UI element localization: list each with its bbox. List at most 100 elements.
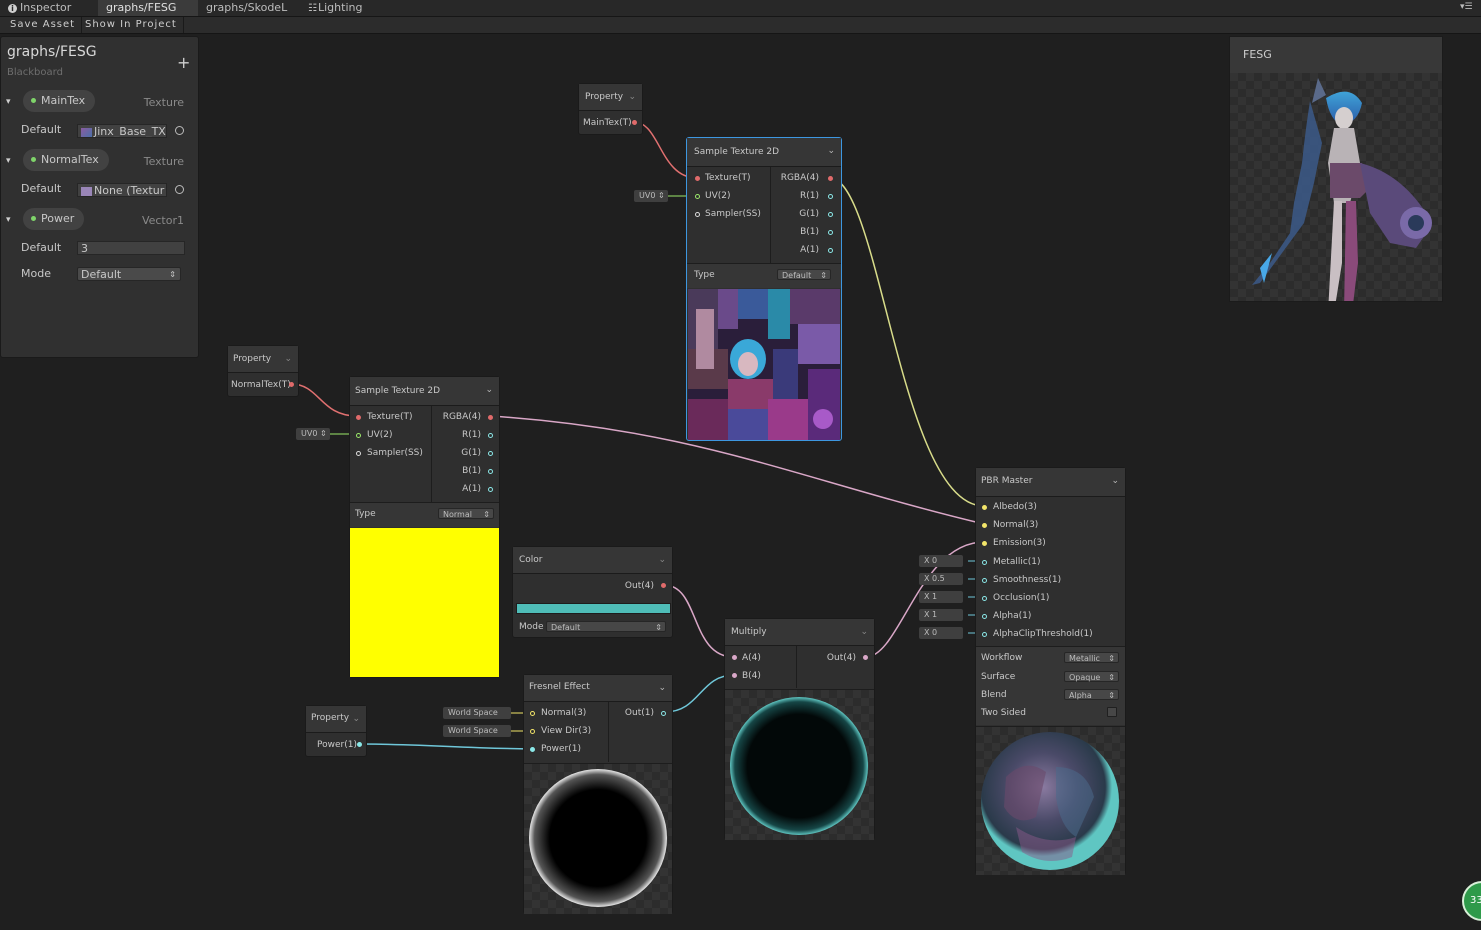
port-label: Smoothness(1): [993, 575, 1062, 585]
setting-value: Alpha: [1069, 691, 1092, 700]
output-port[interactable]: [863, 655, 868, 660]
output-port[interactable]: [828, 230, 833, 235]
input-port[interactable]: [695, 212, 700, 217]
chevron-down-icon[interactable]: ⌄: [658, 555, 666, 565]
property-node-maintex[interactable]: Property ⌄ MainTex(T): [578, 83, 643, 135]
color-node[interactable]: Color ⌄ Out(4) Mode Default ⇕: [512, 546, 673, 638]
property-node-normaltex[interactable]: Property ⌄ NormalTex(T): [227, 345, 299, 397]
output-port[interactable]: [488, 451, 493, 456]
output-port[interactable]: [357, 742, 362, 747]
chevron-down-icon[interactable]: ⌄: [284, 354, 292, 364]
mode-value: Default: [551, 623, 581, 632]
uv-value: UV0: [301, 429, 318, 438]
property-node-power[interactable]: Property ⌄ Power(1): [305, 705, 367, 757]
input-port[interactable]: [732, 673, 737, 678]
output-port[interactable]: [488, 469, 493, 474]
input-port[interactable]: [982, 632, 987, 637]
input-port[interactable]: [695, 194, 700, 199]
input-port[interactable]: [356, 415, 361, 420]
type-dropdown[interactable]: Normal ⇕: [438, 508, 494, 519]
output-port[interactable]: [828, 212, 833, 217]
chevron-down-icon[interactable]: ⌄: [827, 146, 835, 156]
alpha-const-input[interactable]: X 1: [919, 609, 963, 621]
smoothness-const-input[interactable]: X 0.5: [919, 573, 963, 585]
setting-label: Workflow: [981, 653, 1023, 663]
input-port[interactable]: [530, 711, 535, 716]
input-port[interactable]: [982, 523, 987, 528]
color-mode-dropdown[interactable]: Default ⇕: [546, 621, 666, 632]
color-swatch[interactable]: [516, 603, 671, 614]
mode-label: Mode: [519, 622, 544, 632]
type-value: Normal: [443, 510, 472, 519]
input-port[interactable]: [695, 176, 700, 181]
port-label: RGBA(4): [442, 412, 481, 422]
input-port[interactable]: [732, 655, 737, 660]
output-port[interactable]: [828, 194, 833, 199]
multiply-node[interactable]: Multiply ⌄ A(4) B(4) Out(4): [724, 618, 875, 840]
viewdir-space-input[interactable]: World Space: [443, 725, 511, 737]
chevron-down-icon[interactable]: ⌄: [860, 627, 868, 637]
normal-space-input[interactable]: World Space: [443, 707, 511, 719]
output-port[interactable]: [488, 487, 493, 492]
uv-inline-input[interactable]: UV0 ⇕: [634, 190, 668, 202]
input-port[interactable]: [356, 451, 361, 456]
output-port[interactable]: [488, 415, 493, 420]
port-label: Alpha(1): [993, 611, 1032, 621]
uv-inline-input[interactable]: UV0 ⇕: [296, 428, 330, 440]
input-port[interactable]: [356, 433, 361, 438]
port-label: R(1): [461, 430, 481, 440]
port-label: A(1): [800, 245, 819, 255]
input-port[interactable]: [982, 505, 987, 510]
chevron-down-icon[interactable]: ⌄: [352, 714, 360, 724]
setting-label: Blend: [981, 690, 1007, 700]
node-title: PBR Master: [981, 476, 1033, 486]
input-port[interactable]: [982, 596, 987, 601]
pbr-master-node[interactable]: PBR Master ⌄ Albedo(3) Normal(3) Emissio…: [975, 467, 1126, 875]
output-port[interactable]: [828, 248, 833, 253]
metallic-const-input[interactable]: X 0: [919, 555, 963, 567]
input-port[interactable]: [982, 614, 987, 619]
alphaclip-const-input[interactable]: X 0: [919, 627, 963, 639]
blend-dropdown[interactable]: Alpha ⇕: [1064, 689, 1119, 700]
chevron-down-icon[interactable]: ⌄: [485, 385, 493, 395]
chevron-down-icon[interactable]: ⌄: [628, 92, 636, 102]
fresnel-effect-node[interactable]: Fresnel Effect ⌄ Normal(3) View Dir(3) P…: [523, 674, 673, 914]
setting-label: Surface: [981, 672, 1016, 682]
port-label: Texture(T): [705, 173, 751, 183]
input-port[interactable]: [530, 729, 535, 734]
sample-texture-node-normal[interactable]: Sample Texture 2D ⌄ Texture(T) UV(2) Sam…: [349, 376, 500, 678]
port-label: UV(2): [367, 430, 393, 440]
output-port[interactable]: [289, 382, 294, 387]
input-port[interactable]: [982, 560, 987, 565]
workflow-dropdown[interactable]: Metallic ⇕: [1064, 652, 1119, 663]
input-port[interactable]: [982, 541, 987, 546]
edge-normaltex: [290, 383, 358, 417]
setting-label: Two Sided: [981, 708, 1026, 718]
output-port[interactable]: [828, 176, 833, 181]
input-port[interactable]: [982, 578, 987, 583]
sample-texture-node-main[interactable]: Sample Texture 2D ⌄ Texture(T) UV(2) Sam…: [686, 137, 842, 441]
node-title: Property: [233, 354, 272, 364]
output-port[interactable]: [661, 711, 666, 716]
occlusion-const-input[interactable]: X 1: [919, 591, 963, 603]
input-port[interactable]: [530, 747, 535, 752]
node-title: Sample Texture 2D: [355, 386, 441, 396]
output-port[interactable]: [661, 583, 666, 588]
port-label: R(1): [799, 191, 819, 201]
port-label: B(1): [462, 466, 481, 476]
port-label: A(4): [742, 653, 761, 663]
port-label: Power(1): [317, 740, 357, 750]
chevron-down-icon[interactable]: ⌄: [1111, 476, 1119, 486]
type-dropdown[interactable]: Default ⇕: [777, 269, 831, 280]
port-label: AlphaClipThreshold(1): [993, 629, 1093, 639]
output-port[interactable]: [488, 433, 493, 438]
output-port[interactable]: [632, 120, 637, 125]
two-sided-checkbox[interactable]: [1107, 707, 1117, 717]
port-label: Out(4): [624, 581, 654, 591]
type-label: Type: [694, 270, 715, 280]
chevron-down-icon[interactable]: ⌄: [658, 683, 666, 693]
type-value: Default: [782, 271, 812, 280]
surface-dropdown[interactable]: Opaque ⇕: [1064, 671, 1119, 682]
node-title: Fresnel Effect: [529, 682, 590, 692]
uv-value: UV0: [639, 191, 656, 200]
